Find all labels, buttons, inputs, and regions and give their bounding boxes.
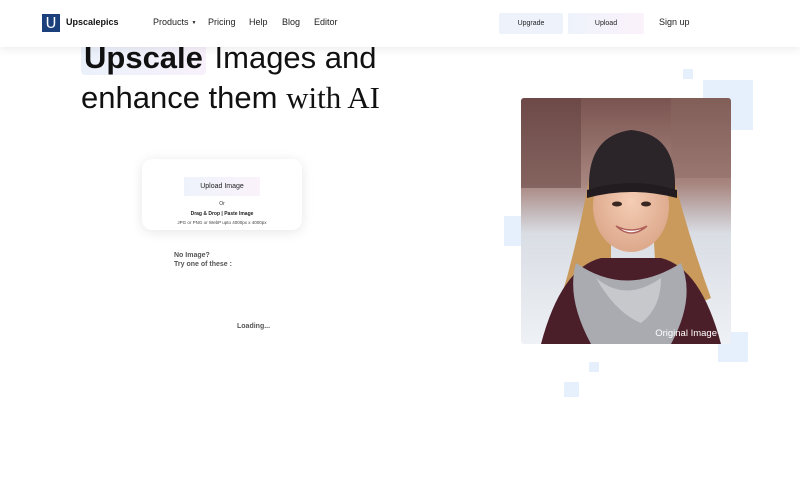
upload-button[interactable]: Upload [568, 13, 644, 34]
nav-editor[interactable]: Editor [314, 17, 338, 27]
upload-image-button[interactable]: Upload Image [184, 177, 260, 196]
decor-square [683, 69, 693, 79]
brand-name[interactable]: Upscalepics [66, 17, 119, 27]
nav-blog[interactable]: Blog [282, 17, 300, 27]
try-these-text: Try one of these : [174, 261, 232, 268]
decor-square [564, 382, 579, 397]
chevron-down-icon: ▼ [191, 20, 197, 26]
nav-products-label: Products [153, 17, 189, 27]
decor-square [504, 216, 522, 246]
drag-drop-text: Drag & Drop | Paste Image [190, 211, 254, 217]
decor-square [589, 362, 599, 372]
original-image-preview: Original Image [521, 98, 731, 344]
upgrade-button[interactable]: Upgrade [499, 13, 563, 34]
or-text: Or [219, 201, 225, 207]
hero-line2-serif: with AI [286, 80, 380, 115]
top-navbar: U Upscalepics Products ▼ Pricing Help Blo… [0, 0, 800, 47]
hero-title-line2: enhance them with AI [81, 78, 380, 118]
original-image-label: Original Image [655, 328, 717, 339]
signup-link[interactable]: Sign up [659, 17, 690, 27]
format-hint: JPG or PNG or WebP upto 4000px x 4000px [177, 220, 267, 225]
nav-pricing[interactable]: Pricing [208, 17, 236, 27]
hero-line2-text: enhance them [81, 80, 287, 115]
upload-card[interactable]: Upload Image Or Drag & Drop | Paste Imag… [142, 159, 302, 230]
sample-prompt: No Image? Try one of these : [174, 251, 232, 269]
nav-products[interactable]: Products ▼ [153, 17, 196, 27]
no-image-text: No Image? [174, 252, 210, 259]
loading-text: Loading... [237, 323, 271, 330]
portrait-photo [521, 98, 731, 344]
logo-icon[interactable]: U [42, 14, 60, 32]
nav-help[interactable]: Help [249, 17, 268, 27]
